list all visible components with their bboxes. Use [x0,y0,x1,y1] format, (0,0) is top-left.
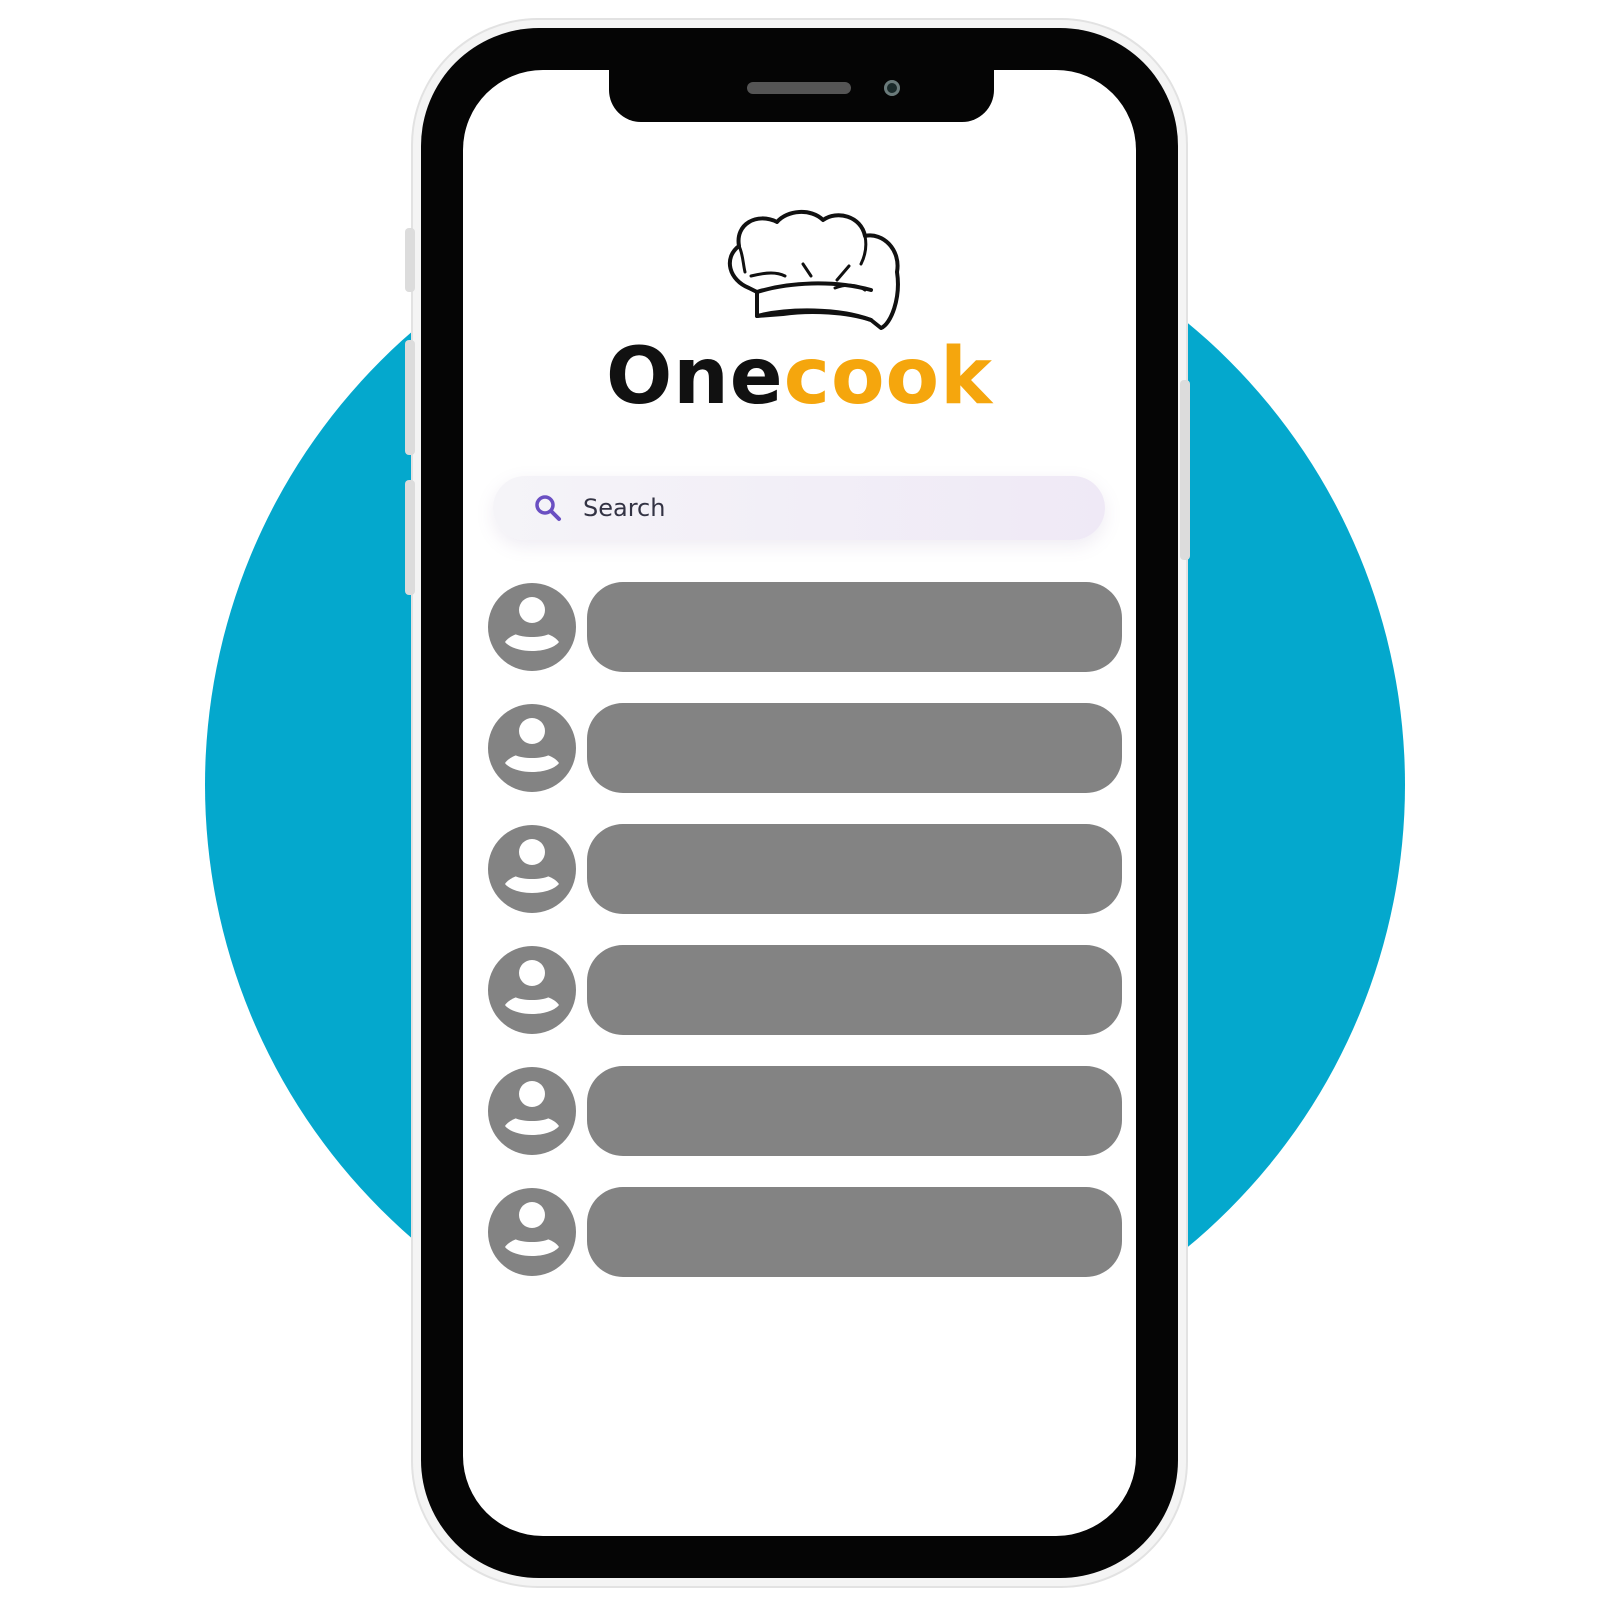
user-avatar-icon [488,1188,576,1276]
volume-up-button [405,340,415,455]
search-icon[interactable] [533,493,563,523]
user-avatar-icon [488,704,576,792]
search-bar[interactable]: Search [493,476,1105,540]
user-avatar-icon [488,583,576,671]
list-item-placeholder [587,1066,1122,1156]
user-avatar-icon [488,1067,576,1155]
list-item-placeholder [587,824,1122,914]
list-item[interactable] [483,1066,1123,1156]
list-item-placeholder [587,703,1122,793]
list-item[interactable] [483,1187,1123,1277]
stage: Onecook Search [0,0,1600,1600]
list-item-placeholder [587,582,1122,672]
silent-switch [405,228,415,292]
search-input[interactable]: Search [583,494,665,522]
list-item[interactable] [483,824,1123,914]
volume-down-button [405,480,415,595]
chef-hat-icon [728,210,900,330]
front-camera [884,80,900,96]
brand-part-cook: cook [783,332,994,422]
power-button [1180,380,1190,560]
speaker-grille [747,82,851,94]
list-item[interactable] [483,945,1123,1035]
user-avatar-icon [488,825,576,913]
list-item-placeholder [587,945,1122,1035]
brand-part-one: One [605,332,784,422]
app-brand-title: Onecook [463,338,1136,416]
list-item[interactable] [483,703,1123,793]
user-avatar-icon [488,946,576,1034]
list-item-placeholder [587,1187,1122,1277]
phone-screen: Onecook Search [463,70,1136,1536]
list-item[interactable] [483,582,1123,672]
